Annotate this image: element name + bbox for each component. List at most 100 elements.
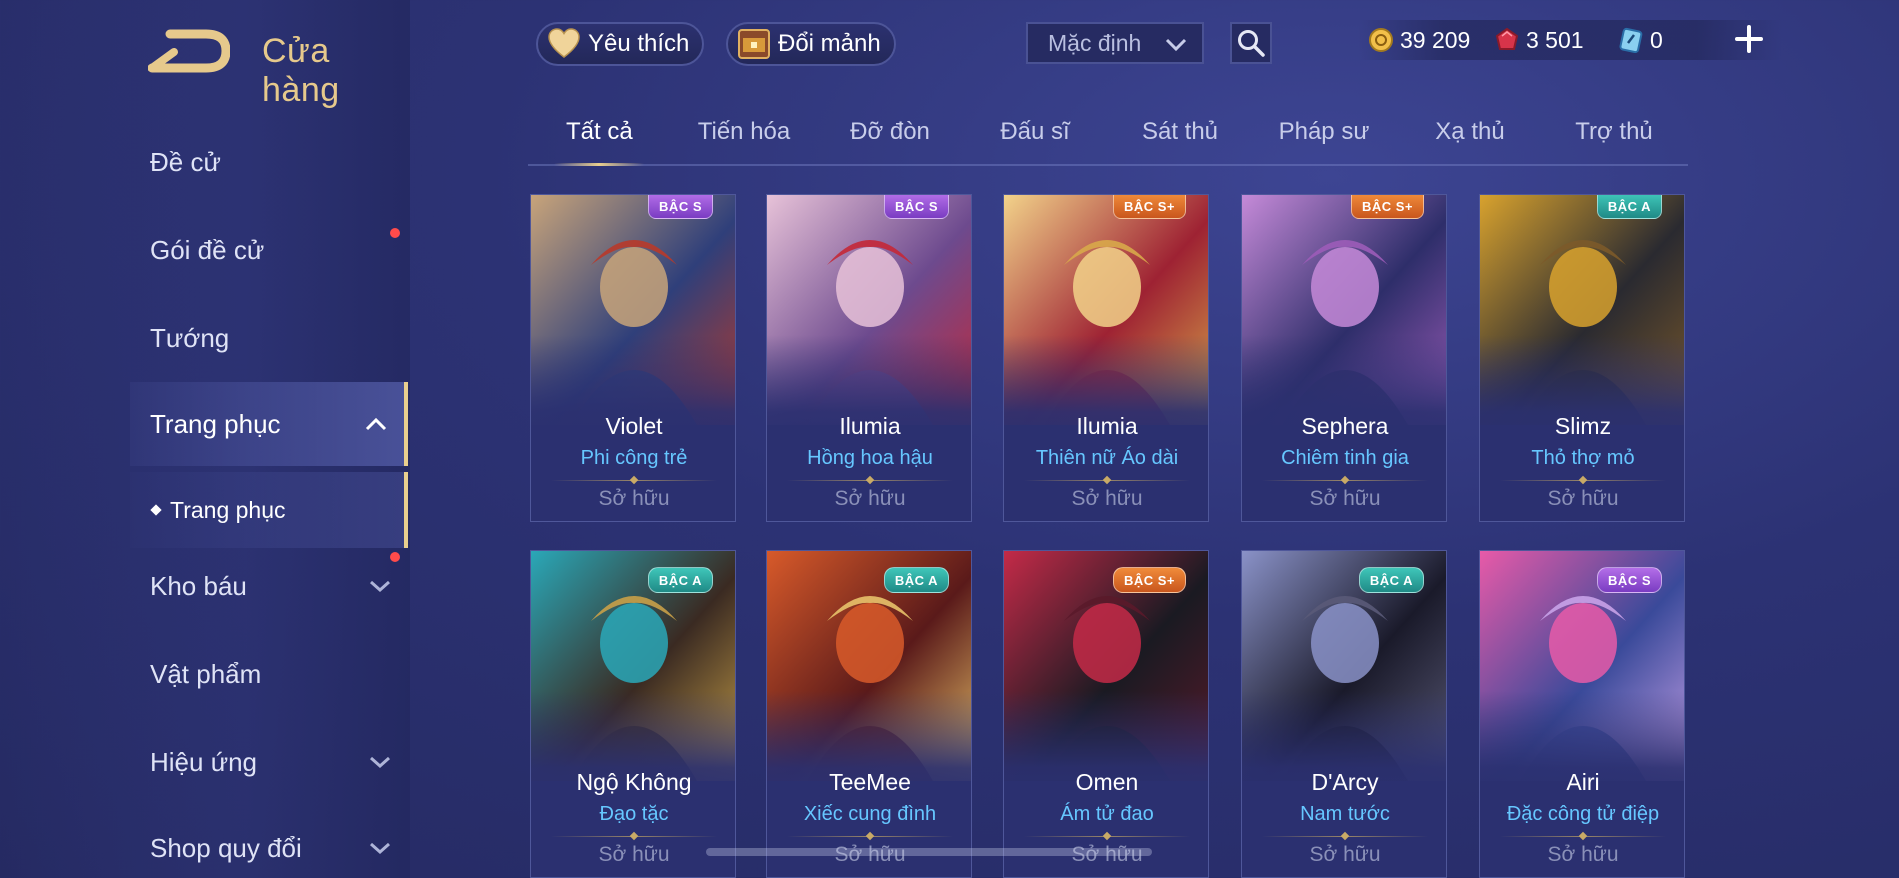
sidebar-item-exchange-shop[interactable]: Shop quy đổi <box>130 806 408 878</box>
blue-ticket-icon <box>1619 27 1643 53</box>
search-button[interactable] <box>1230 22 1272 64</box>
tier-badge: BẬC S <box>1597 567 1662 593</box>
tab-assassin[interactable]: Sát thủ <box>1140 118 1220 166</box>
skin-name: Đạo tặc <box>599 803 669 825</box>
skin-card[interactable]: BẬC S+ Omen Ám tử đao Sở hữu <box>1003 550 1209 878</box>
sidebar-item-label: Hiệu ứng <box>150 746 258 777</box>
sidebar-item-featured-packs[interactable]: Gói đề cử <box>130 208 408 292</box>
exchange-shards-button[interactable]: Đổi mảnh <box>726 22 896 66</box>
search-icon <box>1238 30 1265 57</box>
hero-name: Sephera <box>1301 413 1389 439</box>
red-gem-icon <box>1495 27 1519 50</box>
sidebar-item-label: Tướng <box>150 322 230 353</box>
tab-marksman[interactable]: Xạ thủ <box>1434 118 1506 166</box>
skin-name: Nam tước <box>1300 803 1390 825</box>
skin-name: Ám tử đao <box>1060 803 1154 825</box>
sidebar-item-items[interactable]: Vật phẩm <box>130 632 408 716</box>
hero-name: Omen <box>1075 769 1139 795</box>
ownership-status: Sở hữu <box>834 487 906 510</box>
home-indicator <box>706 848 1152 856</box>
skin-name: Đặc công tử điệp <box>1506 803 1660 825</box>
skin-name: Phi công trẻ <box>580 447 688 469</box>
chevron-down-icon <box>370 842 390 855</box>
hero-name: TeeMee <box>829 769 911 795</box>
ownership-status: Sở hữu <box>1547 487 1619 510</box>
tab-tank[interactable]: Đỡ đòn <box>848 118 932 166</box>
gold-currency: 39 209 <box>1368 20 1470 60</box>
sidebar-item-treasure[interactable]: Kho báu <box>130 544 408 628</box>
sidebar-item-label: Trang phục <box>150 408 281 439</box>
tier-badge: BẬC S+ <box>1112 195 1186 219</box>
sidebar-item-heroes[interactable]: Tướng <box>130 296 408 380</box>
card-divider <box>787 836 953 837</box>
card-divider <box>787 480 953 481</box>
card-divider <box>1500 480 1666 481</box>
tab-support[interactable]: Trợ thủ <box>1574 118 1654 166</box>
tab-label: Đấu sĩ <box>1000 118 1070 145</box>
tab-label: Sát thủ <box>1141 118 1219 145</box>
hero-name: Violet <box>605 413 663 439</box>
ownership-status: Sở hữu <box>598 843 670 866</box>
skin-card[interactable]: BẬC A Ngộ Không Đạo tặc Sở hữu <box>530 550 736 878</box>
sidebar-item-label: Gói đề cử <box>150 234 265 265</box>
tab-all[interactable]: Tất cả <box>554 118 644 166</box>
notification-dot <box>390 228 400 238</box>
sidebar-item-label: Shop quy đổi <box>150 832 302 863</box>
tier-badge: BẬC S+ <box>1112 567 1186 593</box>
skin-card[interactable]: BẬC S Violet Phi công trẻ Sở hữu <box>530 194 736 522</box>
card-divider <box>1024 480 1190 481</box>
tab-label: Tất cả <box>566 118 633 145</box>
skin-card[interactable]: BẬC S Ilumia Hồng hoa hậu Sở hữu <box>766 194 972 522</box>
back-arrow-icon[interactable] <box>148 28 230 74</box>
ownership-status: Sở hữu <box>1309 487 1381 510</box>
tab-label: Đỡ đòn <box>850 118 930 145</box>
heart-icon <box>548 28 580 58</box>
card-divider <box>1500 836 1666 837</box>
sort-dropdown[interactable]: Mặc định <box>1026 22 1204 64</box>
ownership-status: Sở hữu <box>1071 487 1143 510</box>
favorites-button[interactable]: Yêu thích <box>536 22 704 66</box>
skin-card[interactable]: BẬC A Slimz Thỏ thợ mỏ Sở hữu <box>1479 194 1685 522</box>
skin-name: Hồng hoa hậu <box>807 447 933 469</box>
tab-mage[interactable]: Pháp sư <box>1278 118 1370 166</box>
tab-label: Xạ thủ <box>1435 118 1505 145</box>
ownership-status: Sở hữu <box>598 487 670 510</box>
skin-card[interactable]: BẬC S Airi Đặc công tử điệp Sở hữu <box>1479 550 1685 878</box>
tab-evolution[interactable]: Tiến hóa <box>696 118 792 166</box>
ownership-status: Sở hữu <box>1547 843 1619 866</box>
sidebar-subitem-skins[interactable]: Trang phục <box>130 472 408 548</box>
ticket-value: 0 <box>1650 26 1663 53</box>
exchange-shards-label: Đổi mảnh <box>778 30 881 57</box>
gold-coin-icon <box>1369 28 1393 52</box>
favorites-label: Yêu thích <box>588 30 690 57</box>
skin-name: Thỏ thợ mỏ <box>1531 447 1635 469</box>
skin-card[interactable]: BẬC S+ Ilumia Thiên nữ Áo dài Sở hữu <box>1003 194 1209 522</box>
skin-card[interactable]: BẬC A D'Arcy Nam tước Sở hữu <box>1241 550 1447 878</box>
gold-value: 39 209 <box>1400 26 1471 53</box>
tier-badge: BẬC A <box>647 567 713 593</box>
sidebar-subitem-label: Trang phục <box>170 496 286 523</box>
hero-name: D'Arcy <box>1311 769 1379 795</box>
tab-fighter[interactable]: Đấu sĩ <box>998 118 1072 166</box>
chevron-up-icon <box>365 417 387 431</box>
hero-name: Ilumia <box>839 413 901 439</box>
notification-dot <box>390 552 400 562</box>
sidebar-item-featured[interactable]: Đề cử <box>130 120 408 204</box>
chevron-down-icon <box>1165 38 1187 52</box>
sidebar-item-effects[interactable]: Hiệu ứng <box>130 720 408 804</box>
add-currency-icon[interactable] <box>1732 22 1766 56</box>
sidebar: Cửa hàng Đề cử Gói đề cử Tướng Trang phụ… <box>0 0 410 878</box>
treasure-chest-icon <box>738 29 770 59</box>
hero-name: Ngộ Không <box>576 769 692 795</box>
skin-card[interactable]: BẬC A TeeMee Xiếc cung đình Sở hữu <box>766 550 972 878</box>
gem-value: 3 501 <box>1526 26 1584 53</box>
tab-label: Pháp sư <box>1278 118 1370 145</box>
card-divider <box>1262 480 1428 481</box>
tier-badge: BẬC S <box>648 195 713 219</box>
chevron-down-icon <box>370 580 390 593</box>
sidebar-item-skins[interactable]: Trang phục <box>130 382 408 466</box>
skin-card[interactable]: BẬC S+ Sephera Chiêm tinh gia Sở hữu <box>1241 194 1447 522</box>
ticket-currency: 0 <box>1618 20 1663 60</box>
skin-name: Thiên nữ Áo dài <box>1035 447 1179 469</box>
hero-name: Slimz <box>1554 413 1612 439</box>
